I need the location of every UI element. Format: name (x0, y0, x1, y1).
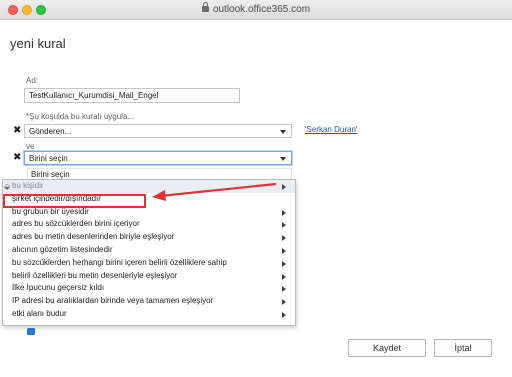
checkbox[interactable] (27, 328, 35, 335)
cancel-button[interactable]: İptal (434, 339, 492, 357)
save-button[interactable]: Kaydet (348, 339, 426, 357)
annotation-arrow-icon (152, 182, 277, 201)
